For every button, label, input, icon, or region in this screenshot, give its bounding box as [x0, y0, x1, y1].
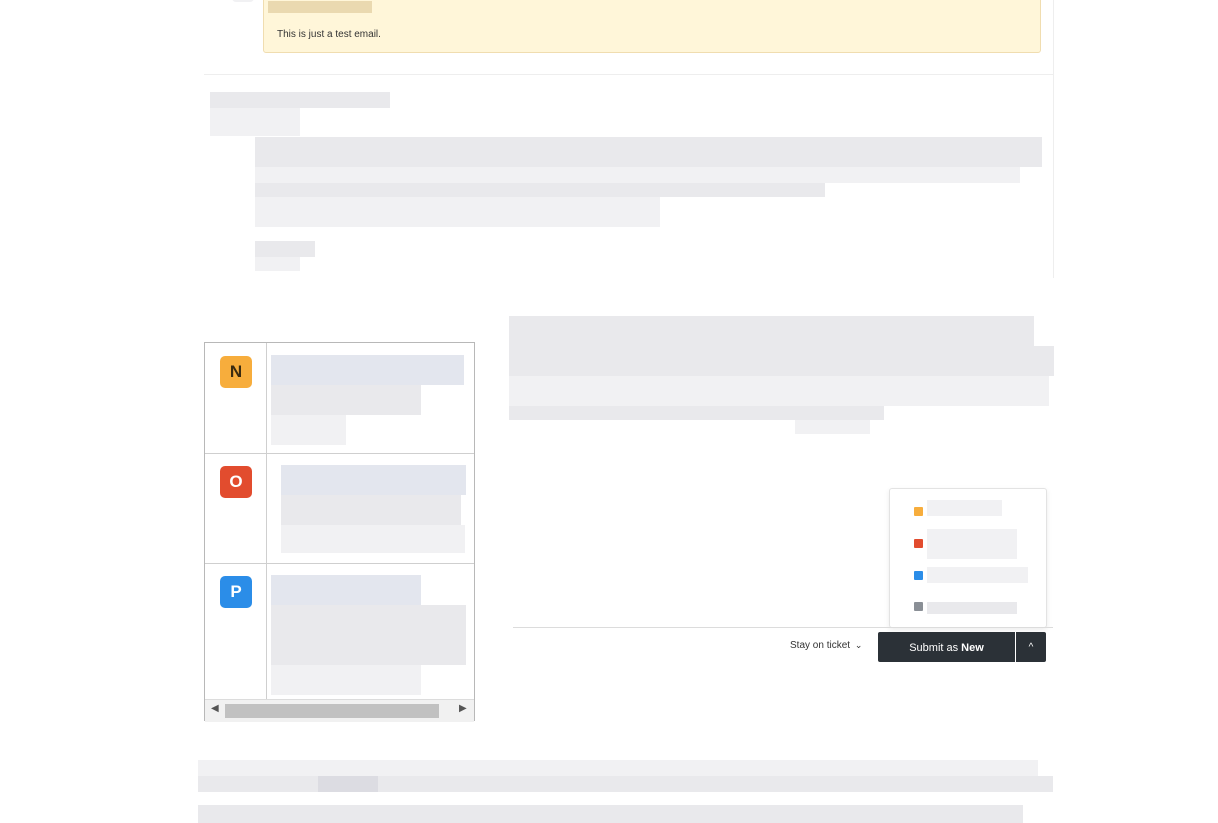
- avatar-placeholder: [232, 0, 254, 2]
- redacted-sender: [268, 1, 372, 13]
- redacted-label: [927, 602, 1017, 614]
- submit-options-button[interactable]: ^: [1016, 632, 1046, 662]
- email-body-text: This is just a test email.: [277, 29, 381, 40]
- column-divider: [266, 343, 267, 699]
- status-icon-table: N O P ◀ ▶: [204, 342, 475, 722]
- pending-status-dot-icon: [914, 571, 923, 580]
- new-status-dot-icon: [914, 507, 923, 516]
- thread-divider: [204, 74, 1053, 75]
- scroll-thumb[interactable]: [225, 704, 439, 718]
- menu-item-pending[interactable]: [890, 561, 1046, 591]
- footer-divider: [513, 627, 1053, 628]
- redacted-label: [927, 500, 1002, 516]
- row-divider: [205, 563, 474, 564]
- redacted-label: [927, 567, 1028, 583]
- new-status-icon: N: [220, 356, 252, 388]
- horizontal-scrollbar[interactable]: ◀ ▶: [205, 699, 474, 722]
- row-divider: [205, 453, 474, 454]
- panel-right-border: [1053, 0, 1054, 278]
- chevron-down-icon: ⌄: [854, 640, 863, 650]
- menu-item-open[interactable]: [890, 529, 1046, 559]
- chevron-up-icon: ^: [1028, 642, 1034, 653]
- scroll-left-icon[interactable]: ◀: [211, 703, 219, 714]
- open-status-icon: O: [220, 466, 252, 498]
- email-message-box: This is just a test email.: [263, 0, 1041, 53]
- menu-item-new[interactable]: [890, 497, 1046, 527]
- solved-status-dot-icon: [914, 602, 923, 611]
- menu-item-solved[interactable]: [890, 593, 1046, 623]
- redacted-label: [927, 529, 1017, 559]
- submit-label: Submit as: [909, 642, 962, 654]
- status-dropdown-menu: [889, 488, 1047, 628]
- stay-on-ticket-label: Stay on ticket: [790, 640, 851, 651]
- submit-status: New: [961, 642, 984, 654]
- pending-status-icon: P: [220, 576, 252, 608]
- submit-as-button[interactable]: Submit as New: [878, 632, 1015, 662]
- stay-on-ticket-button[interactable]: Stay on ticket ⌄: [790, 640, 862, 651]
- scroll-right-icon[interactable]: ▶: [459, 703, 467, 714]
- open-status-dot-icon: [914, 539, 923, 548]
